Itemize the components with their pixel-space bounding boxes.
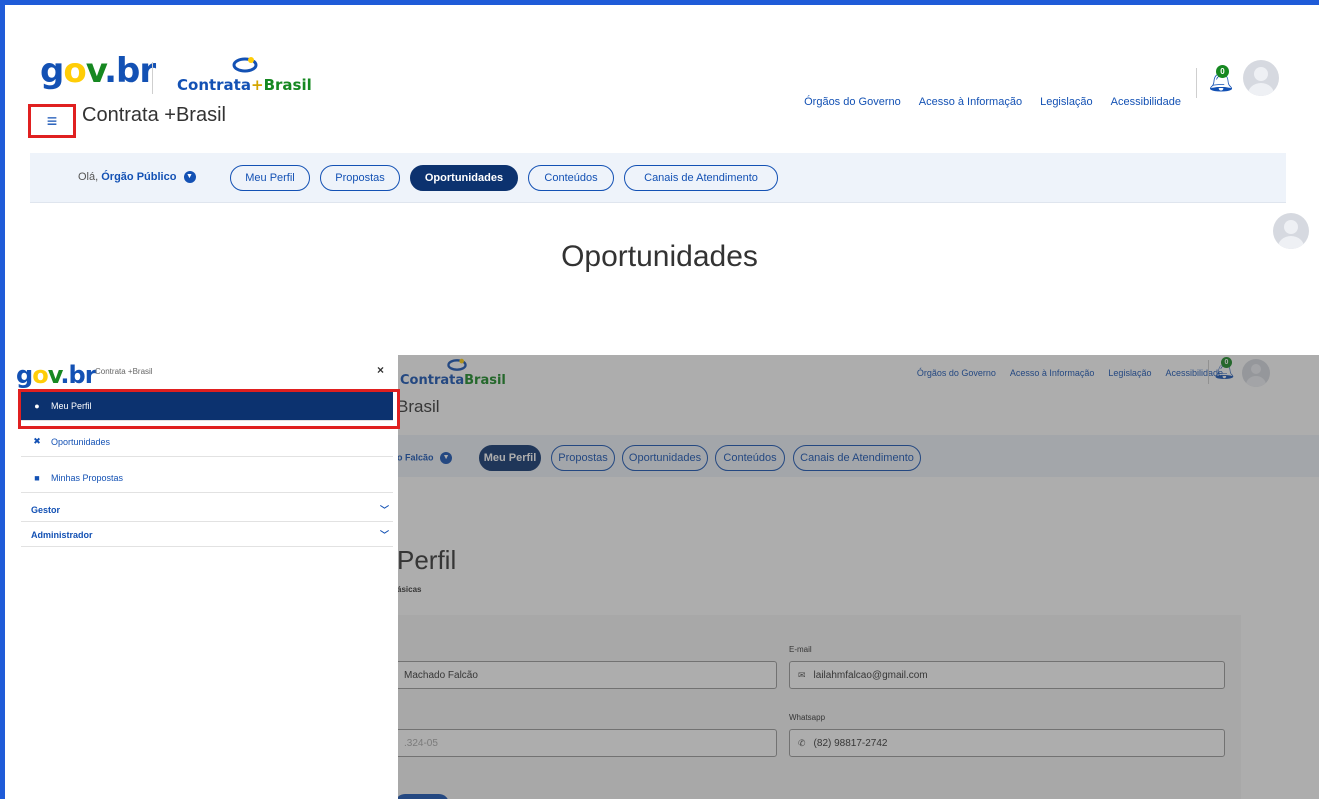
link-orgaos-do-governo[interactable]: Órgãos do Governo [804,96,901,108]
sub-navigation-bar: Olá, Órgão Público ▼ Meu Perfil Proposta… [30,153,1309,249]
swoosh-icon [232,57,258,73]
menu-icon: ≡ [46,110,58,131]
user-avatar[interactable] [1243,60,1279,96]
logo-brasil-text: Brasil [263,76,312,94]
greeting-prefix: Olá, [78,171,99,183]
sidebar-item-meu-perfil[interactable]: ● Meu Perfil [21,391,393,421]
link-acessibilidade[interactable]: Acessibilidade [1111,96,1181,108]
tab-oportunidades[interactable]: Oportunidades [410,165,518,191]
sidebar-item-label: Oportunidades [51,436,111,447]
tools-icon: ✖ [33,436,41,446]
greeting-name: Órgão Público [101,171,177,183]
page-title: Oportunidades [561,240,758,273]
logo-plus-text: + [250,76,264,94]
sidebar-govbr-logo[interactable]: gov.br [16,361,97,389]
header-divider [1196,68,1197,98]
sidebar-group-label: Administrador [31,529,93,540]
link-acesso-informacao[interactable]: Acesso à Informação [919,96,1022,108]
sidebar-drawer: gov.br Contrata +Brasil × ● Meu Perfil ✖… [5,355,400,799]
chevron-down-icon: ﹀ [379,530,389,540]
tab-conteudos[interactable]: Conteúdos [528,165,614,191]
logo-divider [152,62,153,94]
contrata-brasil-logo[interactable]: Contrata+Brasil [177,57,312,94]
sidebar-group-label: Gestor [31,504,61,515]
close-icon[interactable]: × [377,363,384,377]
tab-propostas[interactable]: Propostas [320,165,400,191]
user-icon: ● [34,400,40,411]
app-title: Contrata +Brasil [82,104,226,126]
sidebar-group-administrador[interactable]: Administrador ﹀ [21,523,393,547]
link-legislacao[interactable]: Legislação [1040,96,1093,108]
notification-button[interactable]: 🔔︎ 0 [1207,65,1235,94]
chevron-down-icon: ▼ [183,171,196,184]
sidebar-app-name: Contrata +Brasil [95,367,153,376]
sidebar-group-gestor[interactable]: Gestor ﹀ [21,498,393,522]
hamburger-menu-button[interactable]: ≡ [28,104,76,138]
header-links: Órgãos do Governo Acesso à Informação Le… [804,96,1181,108]
logo-contrata-text: Contrata [177,76,251,94]
sidebar-item-minhas-propostas[interactable]: ■ Minhas Propostas [21,463,393,493]
user-greeting[interactable]: Olá, Órgão Público ▼ [78,171,196,184]
tab-meu-perfil[interactable]: Meu Perfil [230,165,310,191]
upper-screenshot: gov.br Contrata+Brasil ≡ Contrata +Brasi… [0,0,1319,300]
govbr-logo[interactable]: gov.br [40,54,156,88]
sidebar-item-label: Meu Perfil [51,400,92,411]
sidebar-item-label: Minhas Propostas [51,472,124,483]
tab-canais-de-atendimento[interactable]: Canais de Atendimento [624,165,778,191]
briefcase-icon: ■ [34,472,40,483]
sidebar-item-oportunidades[interactable]: ✖ Oportunidades [21,427,393,457]
notification-badge: 0 [1216,65,1229,78]
chevron-down-icon: ﹀ [379,505,389,515]
